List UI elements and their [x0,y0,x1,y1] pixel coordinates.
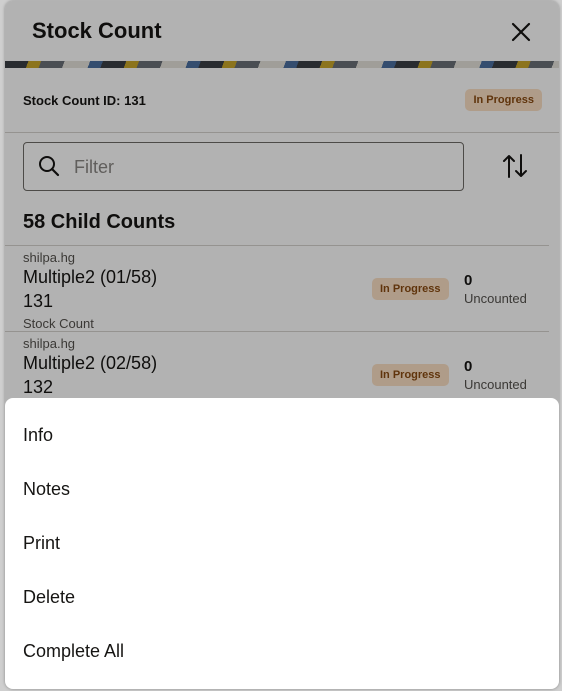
action-sheet: Info Notes Print Delete Complete All [5,398,559,689]
menu-item-complete-all[interactable]: Complete All [23,641,124,662]
stock-count-dialog: Stock Count Stock Count ID: 131 In Progr… [5,1,559,689]
menu-item-info[interactable]: Info [23,425,53,446]
menu-item-delete[interactable]: Delete [23,587,75,608]
menu-item-print[interactable]: Print [23,533,60,554]
menu-item-notes[interactable]: Notes [23,479,70,500]
